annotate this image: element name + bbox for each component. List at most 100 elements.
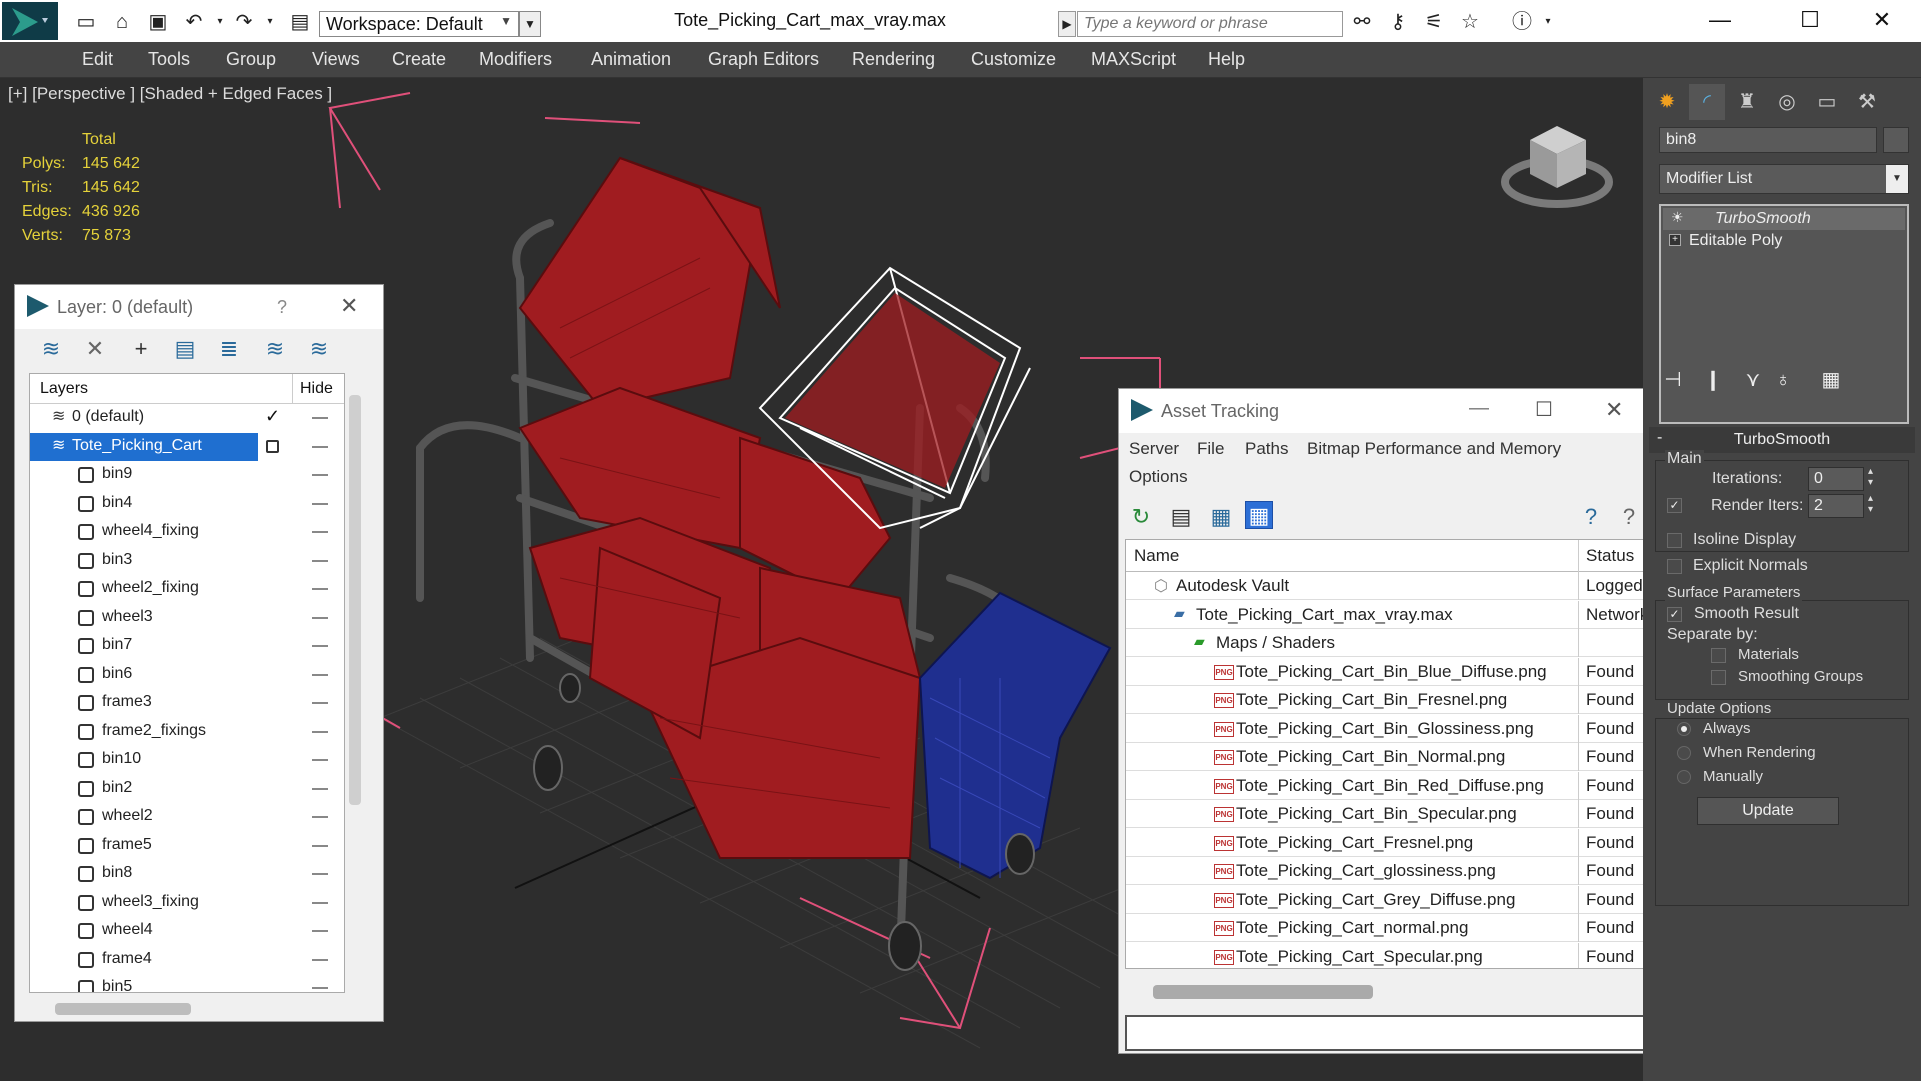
layer-row[interactable]: bin10: [30, 746, 330, 774]
help-dropdown-icon[interactable]: ▾: [1536, 10, 1560, 34]
help-button[interactable]: ?: [277, 297, 287, 318]
asset-path-field[interactable]: [1125, 1015, 1645, 1051]
layer-row[interactable]: ≋ 0 (default) ✓: [30, 404, 330, 432]
layer-row[interactable]: bin8: [30, 860, 330, 888]
redo-dropdown-icon[interactable]: ▾: [258, 10, 282, 34]
display-tab-icon[interactable]: ▭: [1809, 84, 1845, 120]
hide-toggle[interactable]: [312, 844, 328, 847]
undo-icon[interactable]: ↶: [182, 10, 206, 34]
workspace-dropdown[interactable]: Workspace: Default ▼: [319, 11, 519, 37]
manually-radio[interactable]: [1677, 770, 1691, 784]
hide-toggle[interactable]: [312, 816, 328, 818]
minimize-button[interactable]: —: [1469, 397, 1489, 420]
layer-stack-icon[interactable]: ≋: [37, 335, 65, 363]
layer-row[interactable]: bin4: [30, 490, 330, 518]
menu-customize[interactable]: Customize: [971, 49, 1056, 70]
help-settings-icon[interactable]: ?: [1615, 503, 1643, 531]
hide-toggle[interactable]: [312, 987, 328, 989]
viewport-label[interactable]: [+] [Perspective ] [Shaded + Edged Faces…: [8, 84, 332, 104]
render-iters-spinner[interactable]: 2: [1808, 494, 1864, 518]
configure-modifier-sets-icon[interactable]: ▦: [1817, 366, 1845, 394]
asset-row[interactable]: ▰ Tote_Picking_Cart_max_vray.max Network: [1126, 600, 1644, 629]
iterations-spinner[interactable]: 0: [1808, 467, 1864, 491]
object-name-field[interactable]: bin8: [1659, 127, 1877, 153]
asset-row[interactable]: PNG Tote_Picking_Cart_glossiness.png Found: [1126, 857, 1644, 885]
hide-toggle[interactable]: [312, 958, 328, 961]
search-expand-button[interactable]: ▶: [1058, 11, 1076, 37]
binoculars-icon[interactable]: ⚯: [1350, 10, 1374, 34]
hide-toggle[interactable]: [312, 930, 328, 932]
modifier-list-dropdown[interactable]: Modifier List ▼: [1659, 164, 1909, 194]
materials-checkbox[interactable]: [1711, 648, 1726, 663]
hierarchy-tab-icon[interactable]: ♜: [1729, 84, 1765, 120]
object-color-swatch[interactable]: [1883, 127, 1909, 153]
asset-row[interactable]: PNG Tote_Picking_Cart_Grey_Diffuse.png Fou…: [1126, 885, 1644, 914]
refresh-icon[interactable]: ↻: [1127, 503, 1155, 531]
hide-toggle[interactable]: [312, 502, 328, 505]
help-icon[interactable]: ⓘ: [1510, 10, 1534, 34]
layer-row[interactable]: bin5: [30, 974, 330, 992]
menu-file[interactable]: File: [1197, 439, 1224, 459]
hide-toggle[interactable]: [312, 445, 328, 448]
smoothing-groups-checkbox[interactable]: [1711, 670, 1726, 685]
undo-dropdown-icon[interactable]: ▾: [208, 10, 232, 34]
hide-all-layers-icon[interactable]: ≋: [305, 335, 333, 363]
isoline-display-checkbox[interactable]: [1667, 533, 1682, 548]
add-layer-icon[interactable]: +: [127, 335, 155, 363]
layer-row[interactable]: wheel4: [30, 917, 330, 945]
hide-toggle[interactable]: [312, 417, 328, 419]
thumbnail-view-icon[interactable]: ▦: [1207, 503, 1235, 531]
help-icon[interactable]: ?: [1577, 503, 1605, 531]
hide-toggle[interactable]: [312, 531, 328, 533]
layer-row[interactable]: bin2: [30, 775, 330, 803]
layer-row[interactable]: wheel3_fixing: [30, 889, 330, 917]
maximize-button[interactable]: ☐: [1535, 397, 1553, 422]
when-rendering-radio[interactable]: [1677, 746, 1691, 760]
layer-row[interactable]: bin6: [30, 661, 330, 689]
layer-row[interactable]: wheel4_fixing: [30, 518, 330, 546]
column-hide[interactable]: Hide: [300, 380, 333, 398]
column-name[interactable]: Name: [1134, 546, 1179, 566]
close-panel-button[interactable]: ✕: [340, 293, 358, 319]
layer-row[interactable]: frame3: [30, 689, 330, 717]
asset-row[interactable]: PNG Tote_Picking_Cart_Bin_Specular.png Fou…: [1126, 800, 1644, 828]
asset-row[interactable]: PNG Tote_Picking_Cart_Bin_Fresnel.png Foun…: [1126, 686, 1644, 714]
favorites-star-icon[interactable]: ☆: [1458, 10, 1482, 34]
minimize-button[interactable]: —: [1690, 4, 1750, 36]
explicit-normals-checkbox[interactable]: [1667, 559, 1682, 574]
layer-row[interactable]: frame5: [30, 832, 330, 860]
make-unique-icon[interactable]: ⋎: [1739, 366, 1767, 394]
delete-layer-icon[interactable]: ✕: [81, 335, 109, 363]
hide-toggle[interactable]: [312, 673, 328, 676]
lightbulb-icon[interactable]: ☀: [1671, 209, 1684, 226]
close-button[interactable]: ✕: [1852, 4, 1912, 36]
vertical-scrollbar[interactable]: [349, 395, 361, 805]
create-tab-icon[interactable]: ✹: [1649, 84, 1685, 120]
menu-help[interactable]: Help: [1208, 49, 1245, 70]
menu-create[interactable]: Create: [392, 49, 446, 70]
expand-icon[interactable]: +: [1669, 234, 1681, 246]
menu-bitmap-performance[interactable]: Bitmap Performance and Memory: [1307, 439, 1561, 459]
spinner-arrows-icon[interactable]: ▴ ▾: [1868, 493, 1873, 515]
asset-row[interactable]: PNG Tote_Picking_Cart_normal.png Found: [1126, 914, 1644, 942]
app-logo[interactable]: [2, 2, 58, 40]
layer-row[interactable]: bin9: [30, 461, 330, 489]
layer-row[interactable]: wheel2: [30, 803, 330, 831]
column-layers[interactable]: Layers: [40, 380, 88, 398]
menu-graph-editors[interactable]: Graph Editors: [708, 49, 819, 70]
motion-tab-icon[interactable]: ◎: [1769, 84, 1805, 120]
remove-modifier-icon[interactable]: ♁: [1769, 366, 1797, 394]
highlight-layer-icon[interactable]: ≋: [261, 335, 289, 363]
hide-toggle[interactable]: [312, 616, 328, 619]
pin-stack-icon[interactable]: ⊣: [1659, 366, 1687, 394]
modify-tab-icon[interactable]: ◜: [1689, 84, 1725, 120]
layer-row[interactable]: bin3: [30, 547, 330, 575]
menu-server[interactable]: Server: [1129, 439, 1179, 459]
asset-row[interactable]: ▰ Maps / Shaders: [1126, 629, 1644, 657]
show-end-result-icon[interactable]: ❙: [1699, 366, 1727, 394]
workspace-menu-button[interactable]: ▼: [519, 11, 541, 37]
utilities-tab-icon[interactable]: ⚒: [1849, 84, 1885, 120]
update-button[interactable]: Update: [1697, 797, 1839, 825]
asset-row[interactable]: PNG Tote_Picking_Cart_Bin_Blue_Diffuse.pn…: [1126, 657, 1644, 686]
menu-maxscript[interactable]: MAXScript: [1091, 49, 1176, 70]
